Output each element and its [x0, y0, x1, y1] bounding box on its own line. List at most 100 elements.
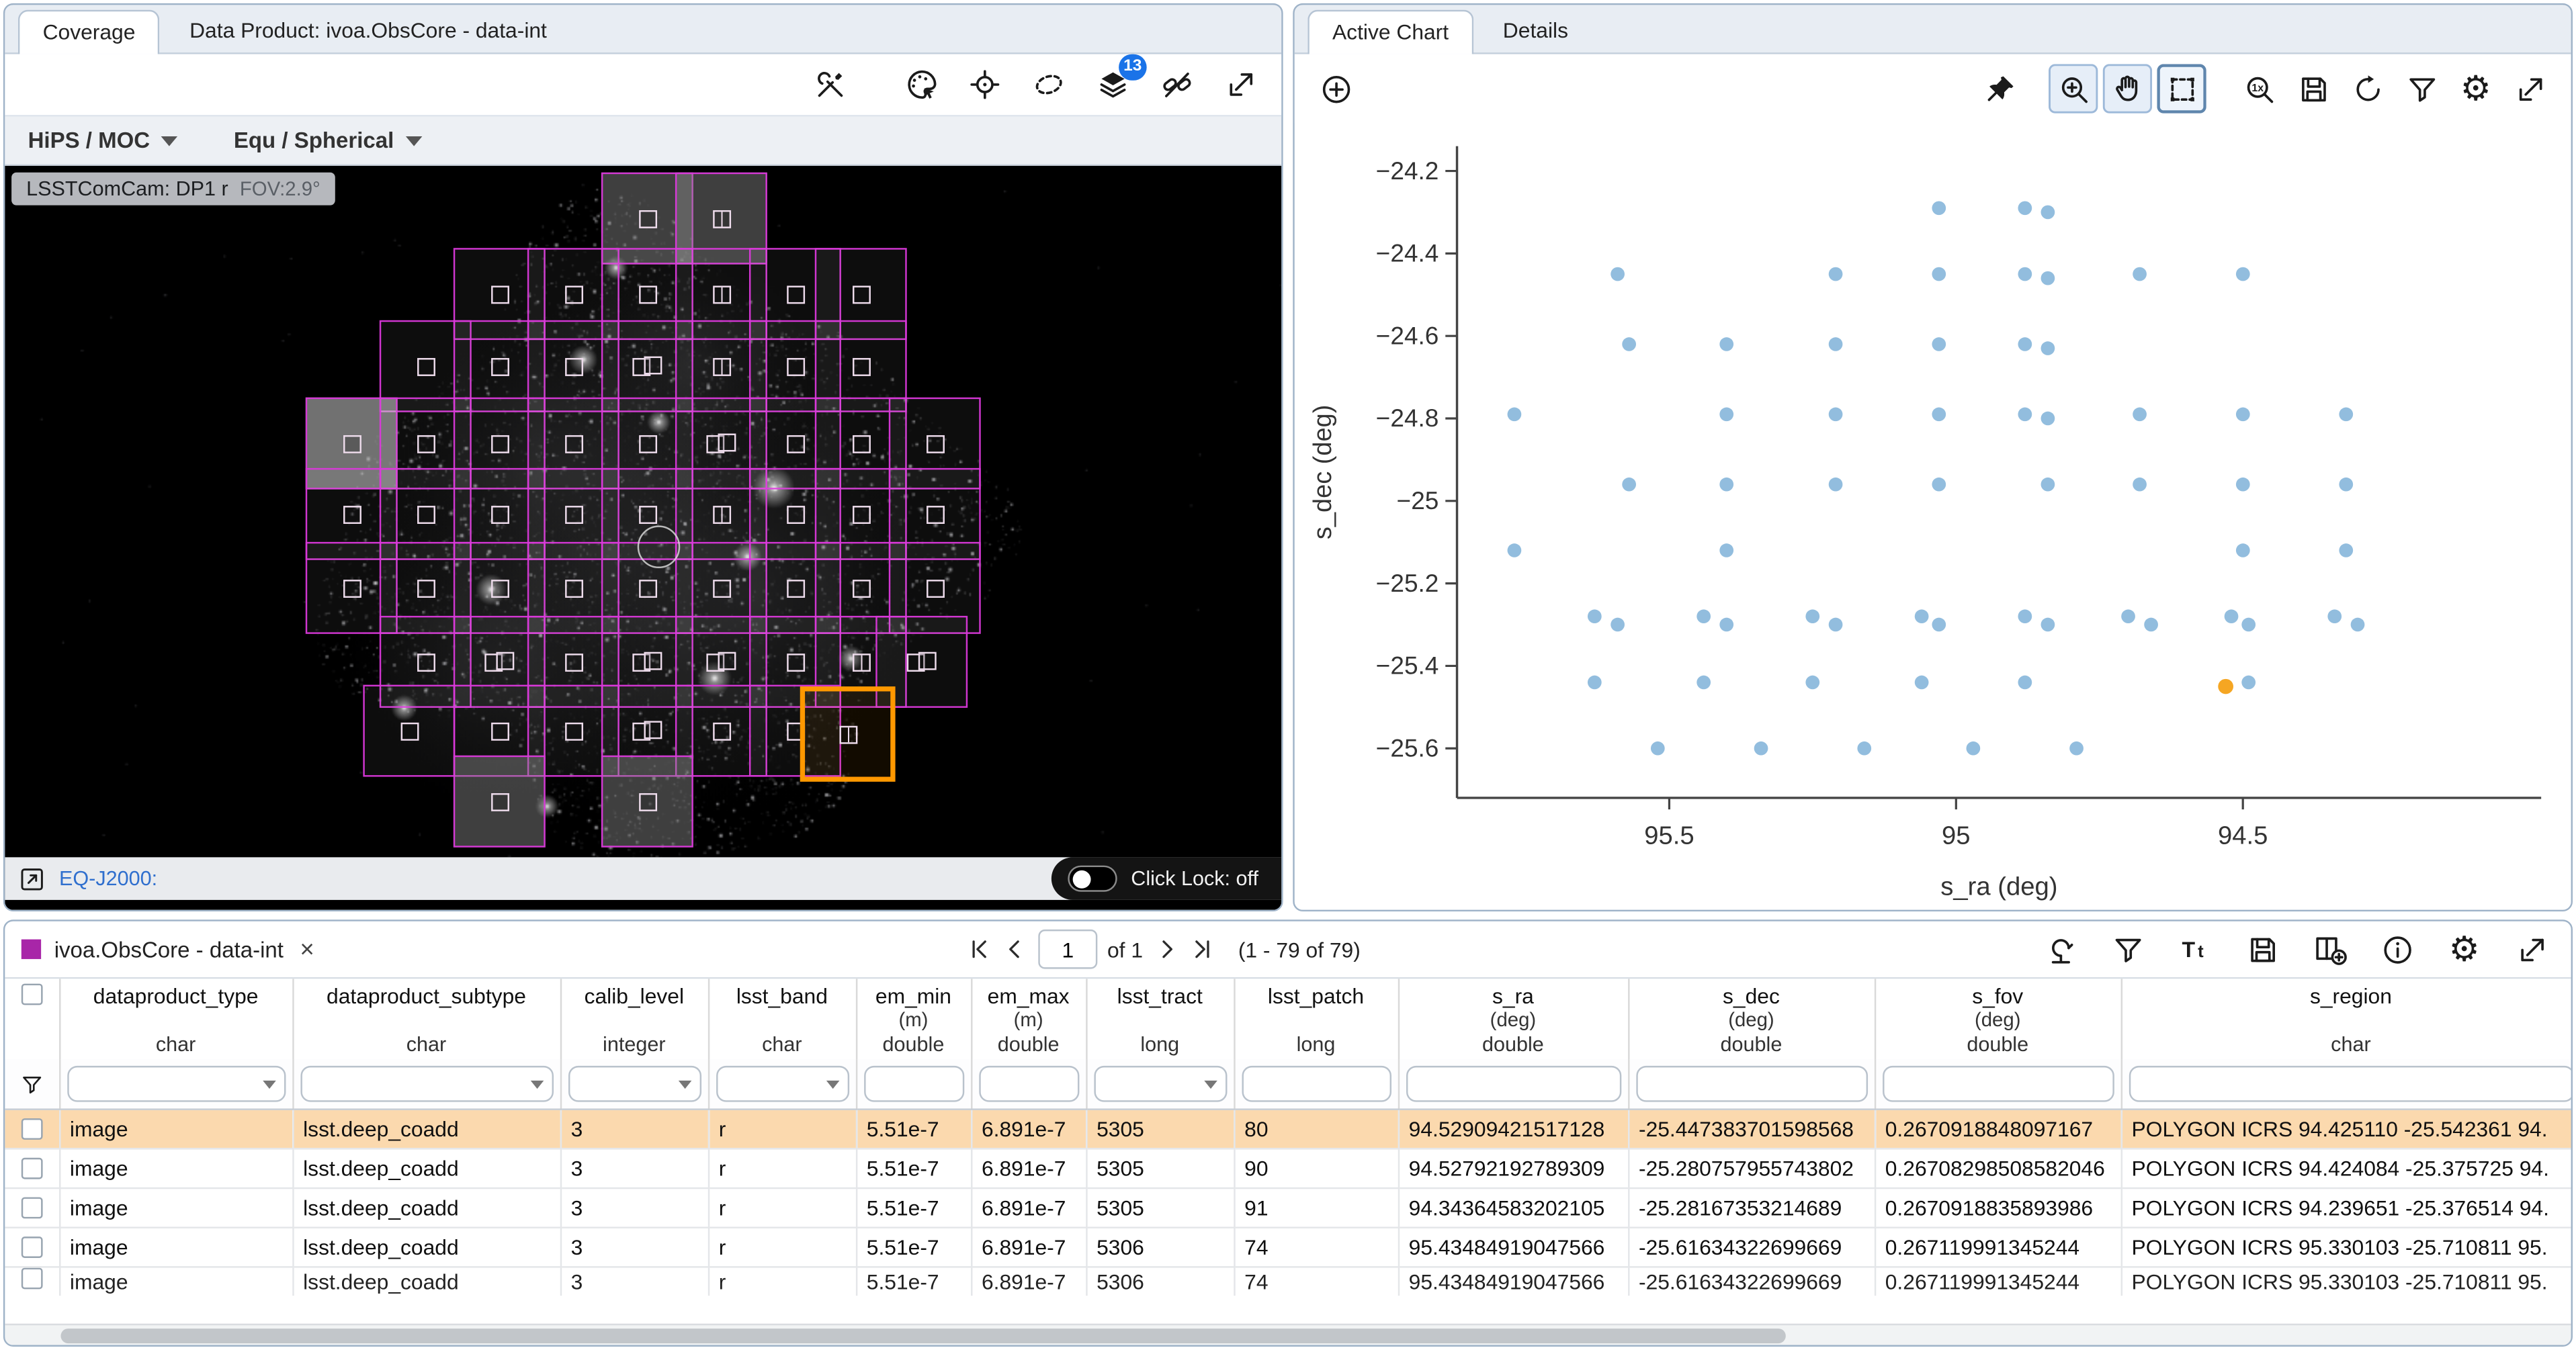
- refresh-icon: [2350, 71, 2385, 105]
- recenter-button[interactable]: [959, 60, 1008, 109]
- column-header-lsst_tract[interactable]: lsst_tractlong: [1086, 979, 1234, 1059]
- column-name: s_ra: [1402, 984, 1624, 1009]
- column-header-em_min[interactable]: em_min(m)double: [856, 979, 971, 1059]
- projection-dropdown[interactable]: Equ / Spherical: [234, 128, 422, 153]
- filter-input-dataproduct_subtype[interactable]: [300, 1066, 553, 1102]
- select-region-button[interactable]: [1023, 60, 1072, 109]
- prev-page-button[interactable]: [1002, 936, 1029, 962]
- first-page-button[interactable]: [966, 936, 992, 962]
- row-checkbox[interactable]: [21, 1268, 42, 1290]
- tab-details[interactable]: Details: [1478, 8, 1593, 52]
- cell: POLYGON ICRS 95.330103 -25.710811 95.: [2121, 1228, 2571, 1267]
- column-header-s_region[interactable]: s_regionchar: [2121, 979, 2571, 1059]
- close-table-button[interactable]: ×: [300, 935, 314, 963]
- table-row[interactable]: imagelsst.deep_coadd3r5.51e-76.891e-7530…: [5, 1149, 2571, 1188]
- column-header-s_fov[interactable]: s_fov(deg)double: [1875, 979, 2121, 1059]
- pan-tool-button[interactable]: [2103, 64, 2152, 113]
- footprint-square[interactable]: [454, 756, 546, 848]
- table-info-button[interactable]: [2374, 926, 2419, 972]
- filter-chart-button[interactable]: [2397, 64, 2446, 113]
- column-header-dataproduct_subtype[interactable]: dataproduct_subtypechar: [292, 979, 560, 1059]
- tab-coverage[interactable]: Coverage: [18, 10, 160, 54]
- column-header-em_max[interactable]: em_max(m)double: [971, 979, 1086, 1059]
- column-header-lsst_patch[interactable]: lsst_patchlong: [1234, 979, 1398, 1059]
- filter-input-em_max[interactable]: [978, 1066, 1078, 1102]
- filter-input-s_fov[interactable]: [1882, 1066, 2114, 1102]
- filter-input-s_ra[interactable]: [1406, 1066, 1621, 1102]
- filter-input-s_dec[interactable]: [1635, 1066, 1867, 1102]
- tab-active-chart[interactable]: Active Chart: [1307, 10, 1473, 54]
- tab-data-product[interactable]: Data Product: ivoa.ObsCore - data-int: [165, 8, 571, 52]
- zoom-tool-button[interactable]: [2049, 64, 2098, 113]
- select-tool-button[interactable]: [2157, 64, 2206, 113]
- filter-input-em_min[interactable]: [863, 1066, 963, 1102]
- layers-button[interactable]: 13: [1088, 60, 1137, 109]
- color-select-button[interactable]: [896, 60, 945, 109]
- popout-button[interactable]: [18, 864, 46, 893]
- row-checkbox[interactable]: [21, 1118, 42, 1140]
- chart-settings-button[interactable]: ⚙: [2451, 64, 2500, 113]
- page-input[interactable]: [1038, 930, 1097, 969]
- add-chart-button[interactable]: [1311, 64, 1360, 113]
- filter-input-lsst_patch[interactable]: [1241, 1066, 1391, 1102]
- text-view-button[interactable]: T t: [2172, 926, 2217, 972]
- chevron-down-icon: [678, 1081, 691, 1089]
- table-settings-button[interactable]: ⚙: [2441, 926, 2487, 972]
- svg-text:s_ra (deg): s_ra (deg): [1940, 873, 2057, 901]
- restore-chart-button[interactable]: [2343, 64, 2392, 113]
- footprint-square[interactable]: [601, 756, 693, 848]
- chevron-down-icon: [405, 136, 421, 146]
- add-column-button[interactable]: [2307, 926, 2352, 972]
- column-header-lsst_band[interactable]: lsst_bandchar: [708, 979, 856, 1059]
- unlink-button[interactable]: [1152, 60, 1201, 109]
- footprint-square-selected[interactable]: [800, 686, 896, 782]
- pin-down-button[interactable]: [2037, 926, 2083, 972]
- zoom-original-button[interactable]: 1x: [2234, 64, 2283, 113]
- last-page-button[interactable]: [1189, 936, 1215, 962]
- click-lock-toggle[interactable]: Click Lock: off: [1052, 857, 1281, 900]
- gear-icon: ⚙: [2449, 932, 2480, 966]
- scatter-plot[interactable]: −24.2−24.4−24.6−24.8−25−25.2−25.4−25.695…: [1295, 123, 2571, 909]
- cell: 6.891e-7: [971, 1228, 1086, 1267]
- row-checkbox[interactable]: [21, 1236, 42, 1258]
- save-table-button[interactable]: [2239, 926, 2285, 972]
- column-header-s_dec[interactable]: s_dec(deg)double: [1628, 979, 1875, 1059]
- patch-marker-icon: [400, 722, 418, 740]
- patch-marker-icon: [786, 579, 804, 597]
- filter-input-dataproduct_type[interactable]: [67, 1066, 285, 1102]
- filter-input-s_region[interactable]: [2129, 1066, 2571, 1102]
- footprint-square[interactable]: [363, 685, 455, 777]
- row-checkbox[interactable]: [21, 1197, 42, 1218]
- column-header-s_ra[interactable]: s_ra(deg)double: [1398, 979, 1628, 1059]
- next-page-button[interactable]: [1153, 936, 1179, 962]
- expand-coverage-button[interactable]: [1215, 60, 1264, 109]
- patch-marker-icon: [490, 285, 509, 303]
- pin-chart-button[interactable]: [1975, 64, 2024, 113]
- chart-area[interactable]: −24.2−24.4−24.6−24.8−25−25.2−25.4−25.695…: [1295, 123, 2571, 909]
- horizontal-scrollbar[interactable]: [5, 1324, 2571, 1345]
- cell: 90: [1234, 1149, 1398, 1188]
- expand-chart-button[interactable]: [2505, 64, 2554, 113]
- select-all-checkbox[interactable]: [21, 984, 42, 1005]
- table-row[interactable]: imagelsst.deep_coadd3r5.51e-76.891e-7530…: [5, 1228, 2571, 1267]
- table-row[interactable]: imagelsst.deep_coadd3r5.51e-76.891e-7530…: [5, 1110, 2571, 1149]
- marquee-select-icon: [2164, 71, 2198, 105]
- expand-table-button[interactable]: [2509, 926, 2554, 972]
- scrollbar-thumb[interactable]: [60, 1329, 1785, 1343]
- hips-moc-dropdown[interactable]: HiPS / MOC: [28, 128, 178, 153]
- table-row[interactable]: imagelsst.deep_coadd3r5.51e-76.891e-7530…: [5, 1267, 2571, 1296]
- save-chart-button[interactable]: [2288, 64, 2337, 113]
- table-scroll-area[interactable]: dataproduct_typechardataproduct_subtypec…: [5, 977, 2571, 1324]
- row-checkbox[interactable]: [21, 1158, 42, 1179]
- first-page-icon: [966, 936, 992, 962]
- coverage-toolbar: 13: [5, 54, 1281, 117]
- column-header-dataproduct_type[interactable]: dataproduct_typechar: [59, 979, 292, 1059]
- toggle-switch: [1068, 866, 1117, 892]
- column-header-calib_level[interactable]: calib_levelinteger: [560, 979, 708, 1059]
- table-row[interactable]: imagelsst.deep_coadd3r5.51e-76.891e-7530…: [5, 1188, 2571, 1228]
- cell: image: [59, 1188, 292, 1228]
- filter-table-button[interactable]: [2104, 926, 2150, 972]
- coverage-map[interactable]: LSSTComCam: DP1 r FOV:2.9° EQ-J2000: Cli…: [5, 166, 1281, 910]
- tools-button[interactable]: [805, 60, 854, 109]
- svg-text:1x: 1x: [2251, 82, 2263, 93]
